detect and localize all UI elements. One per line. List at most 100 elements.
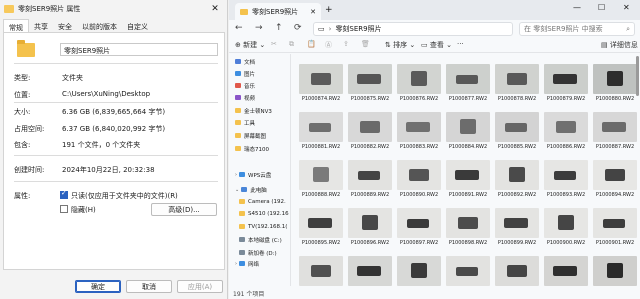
file-item[interactable]: P1000874.RW2 — [297, 64, 345, 110]
videos-icon — [235, 95, 241, 100]
file-item[interactable]: P1000896.RW2 — [346, 208, 394, 254]
ok-button[interactable]: 确定 — [75, 280, 121, 293]
chevron-icon[interactable]: › — [235, 172, 237, 178]
file-item[interactable]: P1000897.RW2 — [395, 208, 443, 254]
file-item[interactable]: P1000908.RW2 — [591, 256, 637, 287]
mini-pc-image — [411, 71, 427, 86]
sidebar-item[interactable]: 瑞态7100 — [235, 143, 291, 154]
sidebar-item[interactable]: 本地磁盘 (C:) — [239, 234, 295, 245]
file-item[interactable]: P1000901.RW2 — [591, 208, 637, 254]
sidebar-item[interactable]: 视频 — [235, 92, 291, 103]
more-button[interactable]: ··· — [457, 40, 464, 48]
explorer-tab[interactable]: 零刻SER9照片 ✕ — [235, 3, 321, 20]
dialog-titlebar: 零刻SER9照片 属性 ✕ — [0, 0, 227, 18]
sidebar-item-label: 瑞态7100 — [244, 146, 269, 153]
cancel-button[interactable]: 取消 — [126, 280, 172, 293]
file-item[interactable]: P1000889.RW2 — [346, 160, 394, 206]
up-icon[interactable]: ↑ — [275, 23, 283, 33]
file-item[interactable]: P1000875.RW2 — [346, 64, 394, 110]
file-item[interactable]: P1000906.RW2 — [493, 256, 541, 287]
mini-pc-image — [308, 218, 332, 228]
chevron-icon[interactable]: › — [235, 261, 237, 267]
sort-button[interactable]: ⇅ 排序 ⌄ — [385, 40, 415, 50]
mini-pc-image — [313, 167, 329, 182]
rename-icon[interactable]: Ⓐ — [325, 40, 332, 50]
sidebar-item[interactable]: ⌄ 此电脑 — [235, 184, 291, 195]
close-icon[interactable]: ✕ — [310, 8, 316, 16]
sidebar-item[interactable]: S4510 (192.16 — [239, 208, 295, 219]
refresh-icon[interactable]: ⟳ — [294, 23, 302, 33]
readonly-checkbox[interactable] — [60, 189, 68, 199]
file-item[interactable]: P1000894.RW2 — [591, 160, 637, 206]
sidebar-item[interactable]: TV(192.168.1( — [239, 221, 295, 232]
file-item[interactable]: P1000903.RW2 — [346, 256, 394, 287]
file-item[interactable]: P1000898.RW2 — [444, 208, 492, 254]
file-item[interactable]: P1000882.RW2 — [346, 112, 394, 158]
file-item[interactable]: P1000895.RW2 — [297, 208, 345, 254]
cut-icon[interactable]: ✂ — [271, 40, 277, 48]
sidebar-item[interactable]: 工具 — [235, 117, 291, 128]
file-item[interactable]: P1000888.RW2 — [297, 160, 345, 206]
sidebar-item[interactable]: 新加卷 (D:) — [239, 247, 295, 258]
file-item[interactable]: P1000891.RW2 — [444, 160, 492, 206]
file-item[interactable]: P1000893.RW2 — [542, 160, 590, 206]
file-item[interactable]: P1000886.RW2 — [542, 112, 590, 158]
address-bar[interactable]: ▭ › 零刻SER9照片 — [313, 22, 513, 36]
mini-pc-image — [406, 122, 430, 132]
back-icon[interactable]: ← — [235, 23, 243, 33]
minimize-icon[interactable]: — — [573, 3, 581, 12]
folder-name-field[interactable]: 零刻SER9照片 — [60, 43, 218, 56]
file-item[interactable]: P1000880.RW2 — [591, 64, 637, 110]
delete-icon[interactable]: 🗑 — [361, 40, 370, 48]
sidebar-item[interactable]: › 网络 — [235, 258, 291, 269]
view-button[interactable]: ▭ 查看 ⌄ — [421, 40, 452, 50]
sidebar-item[interactable]: 屏幕截图 — [235, 130, 291, 141]
file-item[interactable]: P1000904.RW2 — [395, 256, 443, 287]
copy-icon[interactable]: ⧉ — [289, 40, 294, 49]
close-icon[interactable]: ✕ — [623, 3, 630, 12]
maximize-icon[interactable]: ☐ — [598, 3, 605, 12]
sidebar-item[interactable]: 金士顿NV3 — [235, 105, 291, 116]
sidebar-item[interactable]: 音乐 — [235, 80, 291, 91]
file-item[interactable]: P1000900.RW2 — [542, 208, 590, 254]
details-button[interactable]: ▤ 详细信息 — [601, 40, 638, 50]
hidden-checkbox[interactable] — [60, 205, 68, 213]
forward-icon[interactable]: → — [255, 23, 263, 33]
file-item[interactable]: P1000877.RW2 — [444, 64, 492, 110]
close-icon[interactable]: ✕ — [203, 0, 227, 18]
advanced-button[interactable]: 高级(D)... — [151, 203, 217, 216]
file-item[interactable]: P1000899.RW2 — [493, 208, 541, 254]
file-item[interactable]: P1000883.RW2 — [395, 112, 443, 158]
file-item[interactable]: P1000902.RW2 — [297, 256, 345, 287]
file-item[interactable]: P1000878.RW2 — [493, 64, 541, 110]
file-item[interactable]: P1000890.RW2 — [395, 160, 443, 206]
file-item[interactable]: P1000879.RW2 — [542, 64, 590, 110]
file-item[interactable]: P1000885.RW2 — [493, 112, 541, 158]
photo-thumbnail — [495, 112, 539, 142]
search-input[interactable]: 在 零刻SER9照片 中搜索 ⌕ — [519, 22, 635, 36]
network-drive-icon — [239, 199, 245, 204]
photo-thumbnail — [299, 160, 343, 190]
file-item[interactable]: P1000892.RW2 — [493, 160, 541, 206]
chevron-icon[interactable]: ⌄ — [235, 187, 239, 193]
file-item[interactable]: P1000884.RW2 — [444, 112, 492, 158]
apply-button[interactable]: 应用(A) — [177, 280, 223, 293]
share-icon[interactable]: ⇪ — [343, 40, 349, 48]
paste-icon[interactable]: 📋 — [307, 40, 316, 48]
search-icon: ⌕ — [626, 24, 630, 33]
sidebar-item[interactable]: › WPS云盘 — [235, 169, 291, 180]
new-label: 新建 — [243, 41, 258, 49]
file-item[interactable]: P1000876.RW2 — [395, 64, 443, 110]
scrollbar[interactable] — [636, 56, 639, 96]
new-button[interactable]: ⊕ 新建 ⌄ — [235, 40, 265, 50]
file-item[interactable]: P1000907.RW2 — [542, 256, 590, 287]
file-item[interactable]: P1000905.RW2 — [444, 256, 492, 287]
sidebar-item[interactable]: 图片 — [235, 68, 291, 79]
sidebar-item-label: 本地磁盘 (C:) — [248, 237, 282, 244]
file-item[interactable]: P1000881.RW2 — [297, 112, 345, 158]
new-tab-button[interactable]: + — [325, 5, 333, 15]
breadcrumb[interactable]: 零刻SER9照片 — [335, 24, 381, 34]
sidebar-item[interactable]: Camera (192. — [239, 196, 295, 207]
file-item[interactable]: P1000887.RW2 — [591, 112, 637, 158]
sidebar-item[interactable]: 文档 — [235, 56, 291, 67]
